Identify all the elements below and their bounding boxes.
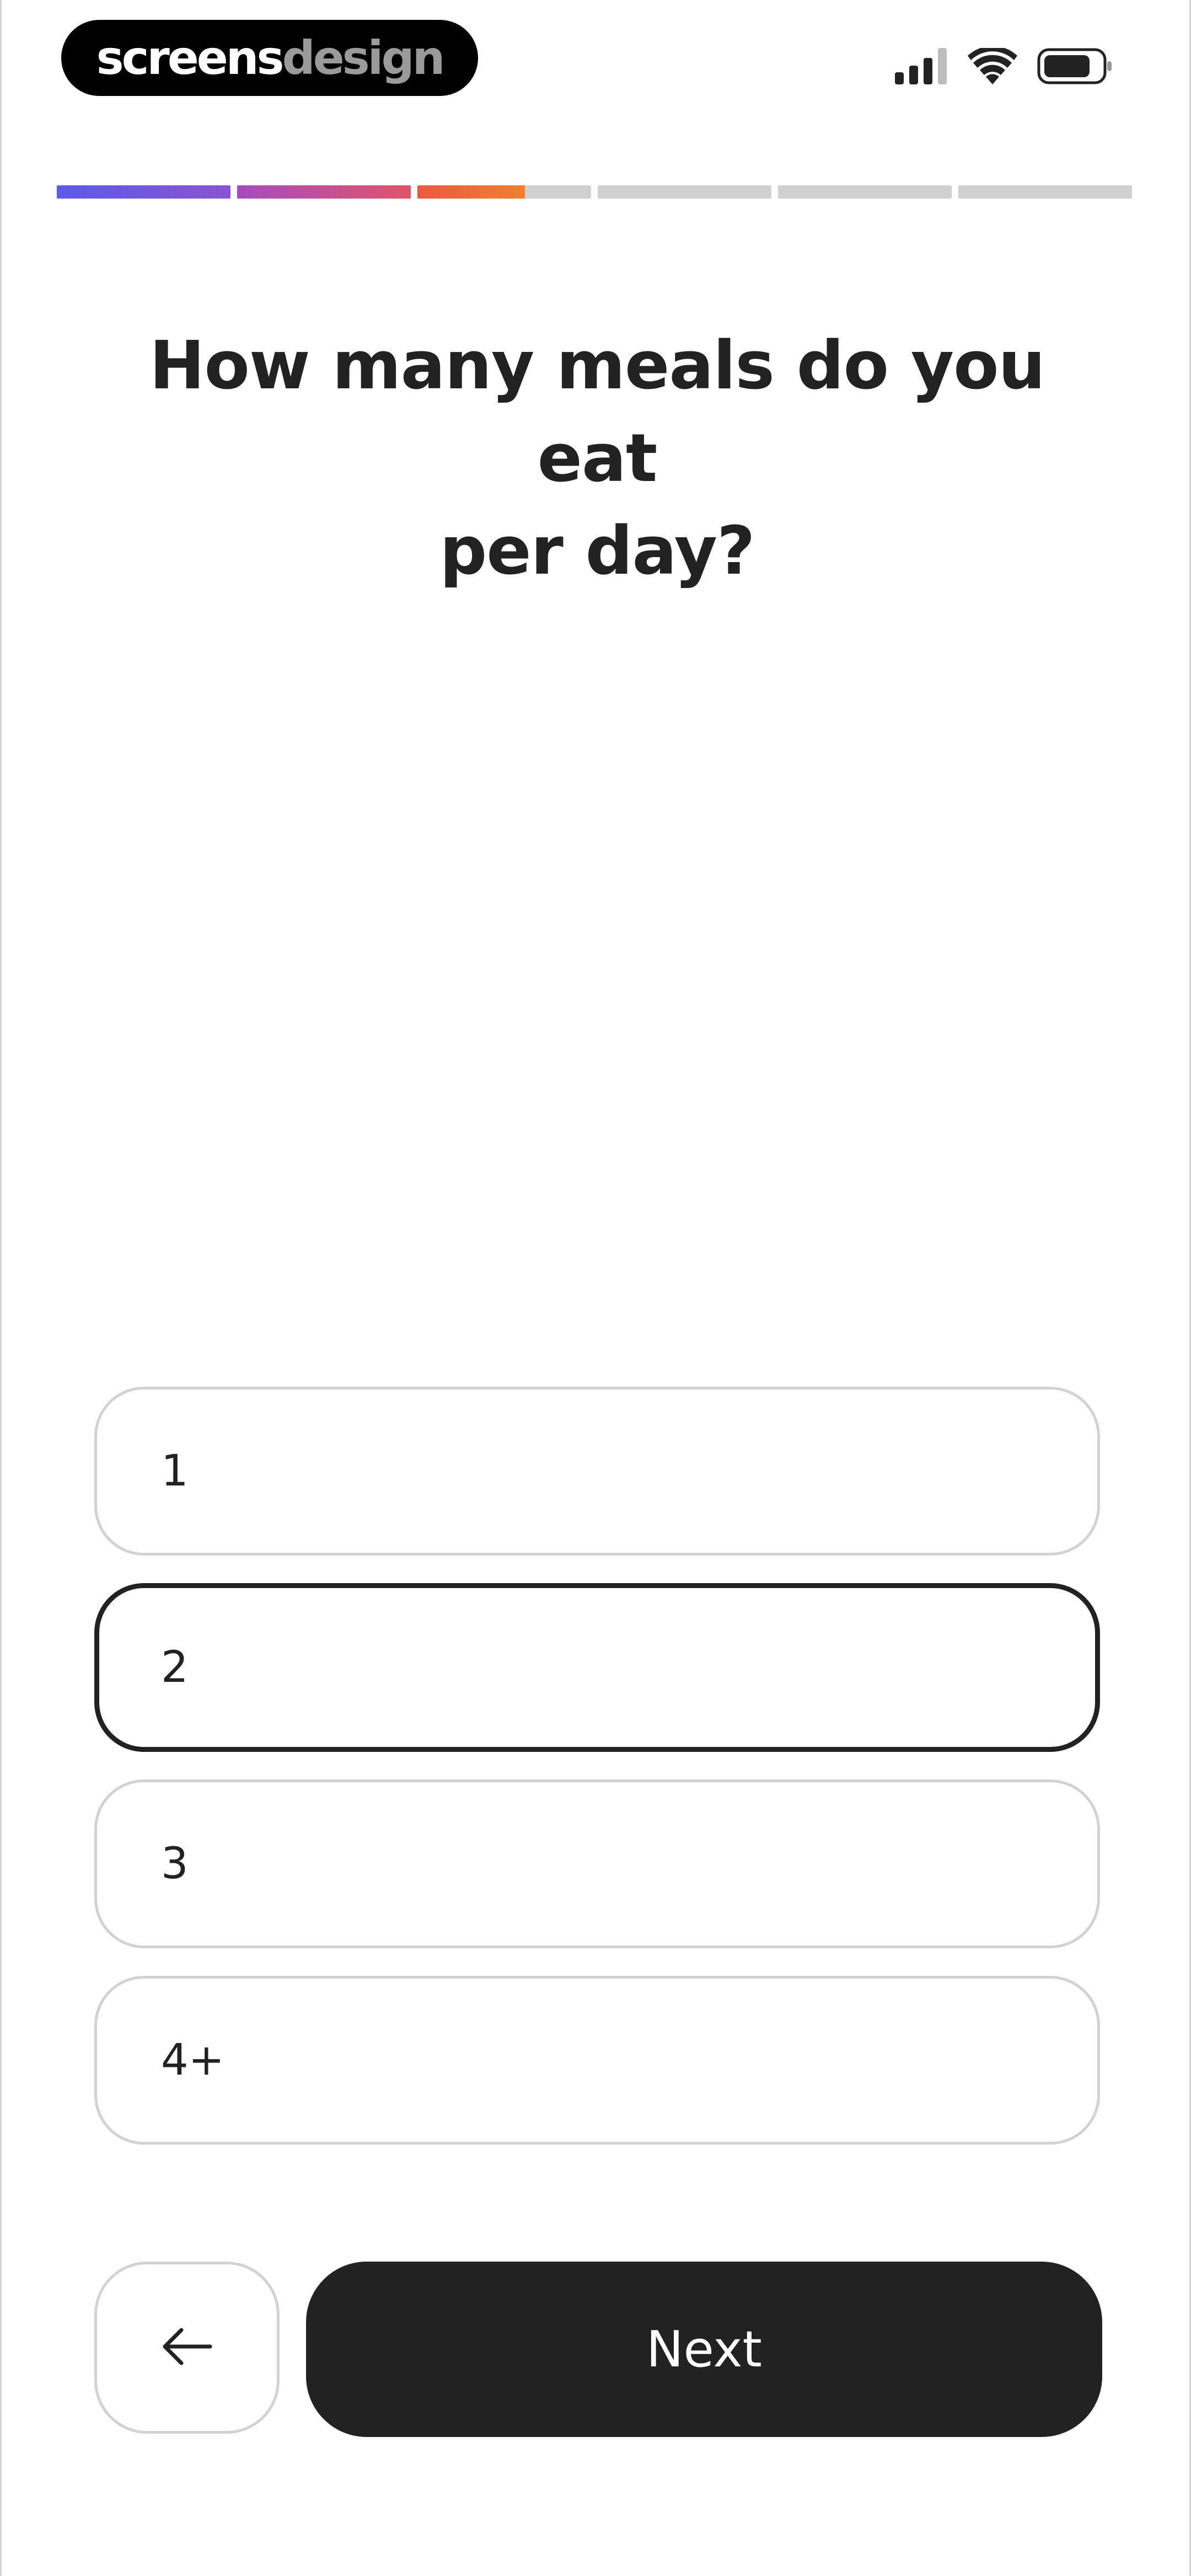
option-2[interactable]: 2 xyxy=(94,1583,1100,1752)
progress-segment-fill xyxy=(417,185,525,199)
question-line-2: per day? xyxy=(439,513,755,590)
arrow-left-icon xyxy=(160,2327,213,2369)
next-button-label: Next xyxy=(646,2320,762,2379)
progress-segment-4 xyxy=(598,185,771,199)
progress-segment-3 xyxy=(417,185,591,199)
brand-logo-part2: design xyxy=(282,31,446,85)
option-label: 4+ xyxy=(161,2035,224,2085)
back-button[interactable] xyxy=(94,2262,280,2434)
option-label: 2 xyxy=(161,1643,189,1692)
progress-segment-6 xyxy=(958,185,1132,199)
option-3[interactable]: 3 xyxy=(94,1779,1100,1948)
option-4-plus[interactable]: 4+ xyxy=(94,1976,1100,2145)
onboarding-screen: screens design How many meals do you eat… xyxy=(0,0,1191,2576)
option-label: 3 xyxy=(161,1839,189,1889)
brand-logo-part1: screens xyxy=(96,31,285,85)
progress-bar xyxy=(57,185,1132,199)
cellular-signal-icon xyxy=(895,48,948,84)
battery-icon xyxy=(1037,48,1113,84)
option-label: 1 xyxy=(161,1446,189,1496)
wifi-icon xyxy=(968,48,1017,84)
answer-options: 1 2 3 4+ xyxy=(94,1387,1100,2145)
option-1[interactable]: 1 xyxy=(94,1387,1100,1556)
progress-segment-5 xyxy=(778,185,952,199)
question-title: How many meals do you eat per day? xyxy=(79,320,1115,598)
progress-segment-2 xyxy=(237,185,411,199)
status-bar-icons xyxy=(895,46,1113,86)
brand-logo: screens design xyxy=(61,20,478,96)
progress-segment-fill xyxy=(237,185,411,199)
question-line-1: How many meals do you eat xyxy=(149,328,1045,497)
progress-segment-1 xyxy=(57,185,230,199)
progress-segment-fill xyxy=(57,185,230,199)
next-button[interactable]: Next xyxy=(306,2262,1102,2437)
